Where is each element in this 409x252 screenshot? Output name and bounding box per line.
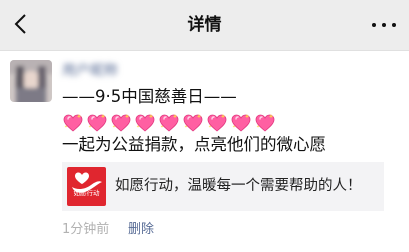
sparkling-heart-emoji	[158, 112, 180, 134]
shared-link-card[interactable]: 如愿行动 如愿行动，温暖每一个需要帮助的人！	[62, 162, 384, 211]
sparkling-heart-emoji	[110, 112, 132, 134]
sparkling-heart-emoji	[134, 112, 156, 134]
heart-hand-icon	[72, 172, 102, 193]
sparkling-heart-emoji	[182, 112, 204, 134]
avatar[interactable]	[10, 60, 52, 102]
sparkling-heart-emoji	[206, 112, 228, 134]
charity-logo: 如愿行动	[67, 167, 106, 206]
post-time: 1分钟前	[62, 222, 110, 237]
shared-link-title: 如愿行动，温暖每一个需要帮助的人！	[115, 178, 362, 194]
post-text-line1: ——9·5中国慈善日——	[62, 87, 237, 106]
charity-logo-text: 如愿行动	[73, 189, 100, 197]
sparkling-heart-emoji	[62, 112, 84, 134]
delete-link[interactable]: 删除	[128, 222, 154, 238]
sparkling-heart-emoji	[86, 112, 108, 134]
username[interactable]: 用户昵称	[62, 60, 152, 79]
page-title: 详情	[187, 15, 222, 35]
more-dots-icon[interactable]	[371, 16, 397, 34]
post-text-line3: 一起为公益捐款，点亮他们的微心愿	[62, 135, 326, 154]
sparkling-heart-emoji	[230, 112, 252, 134]
heart-emoji-row	[62, 112, 276, 134]
sparkling-heart-emoji	[254, 112, 276, 134]
nav-bar: 详情	[0, 0, 409, 51]
